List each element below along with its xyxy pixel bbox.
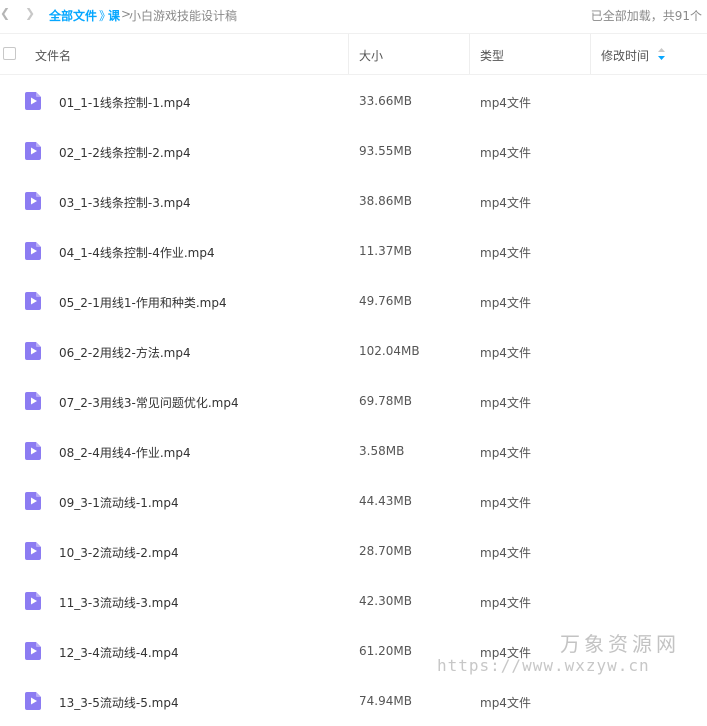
file-name[interactable]: 08_2-4用线4-作业.mp4 xyxy=(59,444,191,461)
video-file-icon xyxy=(25,442,41,460)
file-row[interactable]: 08_2-4用线4-作业.mp4 3.58MB mp4文件 xyxy=(0,426,707,476)
column-divider xyxy=(590,34,591,74)
column-header-name[interactable]: 文件名 xyxy=(35,47,71,64)
file-row[interactable]: 05_2-1用线1-作用和种类.mp4 49.76MB mp4文件 xyxy=(0,276,707,326)
column-header-type[interactable]: 类型 xyxy=(480,47,504,64)
video-file-icon xyxy=(25,692,41,710)
file-name[interactable]: 13_3-5流动线-5.mp4 xyxy=(59,694,179,711)
file-row[interactable]: 03_1-3线条控制-3.mp4 38.86MB mp4文件 xyxy=(0,176,707,226)
file-row[interactable]: 11_3-3流动线-3.mp4 42.30MB mp4文件 xyxy=(0,576,707,626)
file-name[interactable]: 06_2-2用线2-方法.mp4 xyxy=(59,344,191,361)
file-size: 44.43MB xyxy=(359,494,412,508)
sort-icon[interactable] xyxy=(657,47,666,61)
video-file-icon xyxy=(25,292,41,310)
file-size: 49.76MB xyxy=(359,294,412,308)
file-row[interactable]: 07_2-3用线3-常见问题优化.mp4 69.78MB mp4文件 xyxy=(0,376,707,426)
file-name[interactable]: 02_1-2线条控制-2.mp4 xyxy=(59,144,191,161)
video-file-icon xyxy=(25,242,41,260)
top-bar: ❮ ❯ 全部文件 》 课 > 小白游戏技能设计稿 已全部加载，共91个 xyxy=(0,0,707,30)
file-size: 69.78MB xyxy=(359,394,412,408)
file-type: mp4文件 xyxy=(480,196,531,210)
file-list-header: 文件名 大小 类型 修改时间 xyxy=(0,33,707,75)
watermark-url: https://www.wxzyw.cn xyxy=(437,656,650,675)
file-type: mp4文件 xyxy=(480,96,531,110)
file-size: 74.94MB xyxy=(359,694,412,708)
file-type: mp4文件 xyxy=(480,696,531,710)
file-row[interactable]: 02_1-2线条控制-2.mp4 93.55MB mp4文件 xyxy=(0,126,707,176)
file-row[interactable]: 01_1-1线条控制-1.mp4 33.66MB mp4文件 xyxy=(0,76,707,126)
file-row[interactable]: 10_3-2流动线-2.mp4 28.70MB mp4文件 xyxy=(0,526,707,576)
column-divider xyxy=(348,34,349,74)
video-file-icon xyxy=(25,642,41,660)
file-type: mp4文件 xyxy=(480,496,531,510)
file-type: mp4文件 xyxy=(480,396,531,410)
file-row[interactable]: 06_2-2用线2-方法.mp4 102.04MB mp4文件 xyxy=(0,326,707,376)
watermark-name: 万象资源网 xyxy=(560,632,680,656)
file-name[interactable]: 05_2-1用线1-作用和种类.mp4 xyxy=(59,294,227,311)
file-name[interactable]: 12_3-4流动线-4.mp4 xyxy=(59,644,179,661)
video-file-icon xyxy=(25,92,41,110)
select-all-checkbox[interactable] xyxy=(3,47,16,60)
column-divider xyxy=(469,34,470,74)
file-size: 93.55MB xyxy=(359,144,412,158)
video-file-icon xyxy=(25,142,41,160)
file-name[interactable]: 07_2-3用线3-常见问题优化.mp4 xyxy=(59,394,239,411)
file-size: 38.86MB xyxy=(359,194,412,208)
column-header-modified[interactable]: 修改时间 xyxy=(601,47,649,64)
file-size: 102.04MB xyxy=(359,344,420,358)
file-name[interactable]: 03_1-3线条控制-3.mp4 xyxy=(59,194,191,211)
file-row[interactable]: 13_3-5流动线-5.mp4 74.94MB mp4文件 xyxy=(0,676,707,726)
file-name[interactable]: 09_3-1流动线-1.mp4 xyxy=(59,494,179,511)
video-file-icon xyxy=(25,542,41,560)
file-type: mp4文件 xyxy=(480,596,531,610)
file-size: 28.70MB xyxy=(359,544,412,558)
file-size: 42.30MB xyxy=(359,594,412,608)
chevron-left-icon[interactable]: ❮ xyxy=(0,6,10,20)
column-header-size[interactable]: 大小 xyxy=(359,47,383,64)
file-size: 33.66MB xyxy=(359,94,412,108)
file-name[interactable]: 10_3-2流动线-2.mp4 xyxy=(59,544,179,561)
file-row[interactable]: 04_1-4线条控制-4作业.mp4 11.37MB mp4文件 xyxy=(0,226,707,276)
video-file-icon xyxy=(25,192,41,210)
load-status: 已全部加载，共91个 xyxy=(590,9,702,23)
file-row[interactable]: 09_3-1流动线-1.mp4 44.43MB mp4文件 xyxy=(0,476,707,526)
breadcrumb-current: 小白游戏技能设计稿 xyxy=(129,9,238,23)
file-size: 11.37MB xyxy=(359,244,412,258)
file-type: mp4文件 xyxy=(480,546,531,560)
file-size: 61.20MB xyxy=(359,644,412,658)
breadcrumb-root[interactable]: 全部文件 xyxy=(49,7,97,24)
file-name[interactable]: 04_1-4线条控制-4作业.mp4 xyxy=(59,244,215,261)
file-name[interactable]: 01_1-1线条控制-1.mp4 xyxy=(59,94,191,111)
file-type: mp4文件 xyxy=(480,246,531,260)
video-file-icon xyxy=(25,342,41,360)
file-size: 3.58MB xyxy=(359,444,405,458)
file-type: mp4文件 xyxy=(480,446,531,460)
file-name[interactable]: 11_3-3流动线-3.mp4 xyxy=(59,594,179,611)
video-file-icon xyxy=(25,392,41,410)
breadcrumb-folder[interactable]: 课 xyxy=(108,7,120,24)
file-type: mp4文件 xyxy=(480,296,531,310)
chevron-right-icon[interactable]: ❯ xyxy=(25,6,35,20)
video-file-icon xyxy=(25,592,41,610)
file-type: mp4文件 xyxy=(480,346,531,360)
video-file-icon xyxy=(25,492,41,510)
file-type: mp4文件 xyxy=(480,146,531,160)
